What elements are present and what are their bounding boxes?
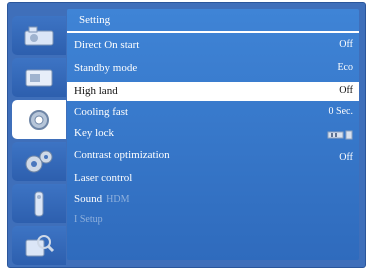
row-label: Laser control [74, 172, 133, 184]
osd-sidebar [12, 8, 66, 265]
sidebar-tab-expanded-setting[interactable] [12, 142, 66, 181]
row-label: I Setup [74, 214, 103, 225]
row-label: Cooling fast [74, 106, 129, 118]
menu-row-sound[interactable]: Sound HDM [67, 190, 359, 209]
sound-disabled-extra: HDM [106, 194, 130, 205]
setting-panel: Setting Direct On start Off Standby mode… [67, 9, 359, 260]
row-label: Key lock [74, 127, 115, 139]
row-value: Eco [337, 62, 353, 73]
sidebar-tab-remote[interactable] [12, 184, 66, 223]
menu-row-contrast-optimization[interactable]: Contrast optimization Off [67, 146, 359, 165]
expanded-setting-gears-icon [22, 148, 56, 176]
info-magnifier-icon [22, 232, 56, 260]
sidebar-tab-setting[interactable] [12, 100, 66, 139]
row-label: Contrast optimization [74, 149, 170, 161]
menu-row-direct-on-start[interactable]: Direct On start Off [67, 36, 359, 55]
sound-label: Sound [74, 193, 103, 205]
row-label: High land [74, 85, 118, 97]
picture-icon [23, 25, 55, 47]
gear-icon [22, 106, 56, 134]
sidebar-tab-screen[interactable] [12, 58, 66, 97]
row-value: 0 Sec. [328, 106, 353, 117]
menu-row-key-lock[interactable]: Key lock [67, 124, 359, 143]
row-value: Off [339, 152, 353, 163]
row-value: Off [339, 39, 353, 50]
menu-row-cooling-fast[interactable]: Cooling fast 0 Sec. [67, 103, 359, 122]
row-label: Direct On start [74, 39, 140, 51]
panel-title: Setting [79, 14, 111, 26]
row-value: Off [339, 85, 353, 96]
row-label: Sound HDM [74, 193, 129, 205]
menu-row-standby-mode[interactable]: Standby mode Eco [67, 59, 359, 78]
title-divider [67, 31, 359, 33]
sidebar-tab-picture[interactable] [12, 16, 66, 55]
remote-control-icon [28, 190, 50, 218]
screen-icon [24, 67, 54, 89]
key-lock-icon [327, 130, 353, 143]
menu-row-laser-control[interactable]: Laser control [67, 169, 359, 188]
row-label: Standby mode [74, 62, 138, 74]
menu-row-i-setup: I Setup [67, 211, 359, 230]
sidebar-tab-info[interactable] [12, 226, 66, 265]
menu-row-high-land[interactable]: High land Off [67, 82, 359, 101]
